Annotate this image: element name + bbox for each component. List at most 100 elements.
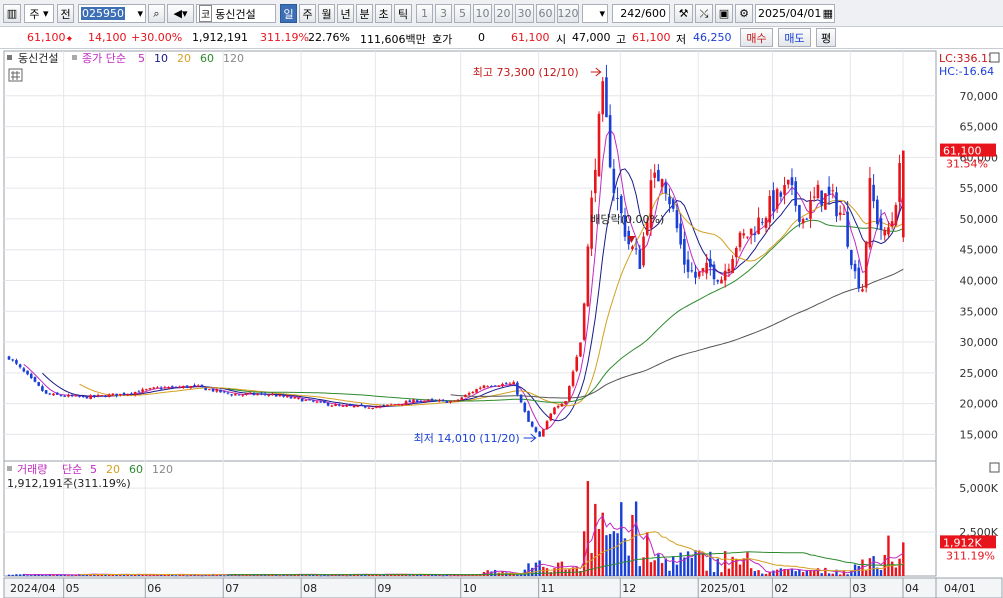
candle-body bbox=[7, 356, 11, 360]
candle-body bbox=[241, 394, 245, 396]
volume-bar bbox=[649, 562, 653, 576]
x-tick-label: 12 bbox=[622, 582, 636, 595]
interval-10[interactable]: 10 bbox=[473, 4, 492, 23]
volume-bar bbox=[582, 531, 586, 576]
candle-body bbox=[671, 199, 675, 209]
volume-bar bbox=[542, 566, 545, 576]
stock-name-field[interactable]: 코 동신건설 bbox=[196, 4, 276, 23]
candle-body bbox=[619, 195, 623, 214]
candle-body bbox=[174, 387, 178, 389]
volume-bar bbox=[723, 551, 727, 576]
candle-body bbox=[664, 183, 668, 194]
interval-20[interactable]: 20 bbox=[494, 4, 513, 23]
candle-body bbox=[694, 271, 697, 278]
volume-bar bbox=[898, 558, 901, 576]
candle-body bbox=[148, 388, 152, 390]
candle-body bbox=[404, 401, 408, 405]
interval-30[interactable]: 30 bbox=[515, 4, 534, 23]
save-icon[interactable]: ▣ bbox=[715, 4, 733, 23]
current-price: 61,100 bbox=[27, 31, 66, 44]
interval-dropdown[interactable]: ▾ bbox=[582, 4, 608, 23]
period-tick-tab[interactable]: 틱 bbox=[394, 4, 412, 23]
stock-chart[interactable]: 70,00065,00060,00055,00050,00045,00040,0… bbox=[0, 49, 1003, 598]
gear-icon[interactable]: ⚙ bbox=[735, 4, 753, 23]
volume-bar bbox=[634, 501, 638, 576]
interval-120[interactable]: 120 bbox=[557, 4, 579, 23]
period-minute-tab[interactable]: 분 bbox=[356, 4, 373, 23]
candle-body bbox=[274, 394, 278, 397]
candle-body bbox=[475, 389, 478, 393]
grid-toggle-icon bbox=[8, 68, 23, 82]
candle-body bbox=[15, 360, 18, 364]
stock-code-input[interactable]: 025950 ▾ bbox=[78, 4, 146, 23]
candle-body bbox=[516, 382, 519, 395]
buy-button[interactable]: 매수 bbox=[740, 28, 773, 47]
volume-bar bbox=[67, 575, 70, 577]
candle-body bbox=[386, 404, 389, 406]
period-second-tab[interactable]: 초 bbox=[375, 4, 392, 23]
candle-body bbox=[556, 406, 560, 408]
tools-icon[interactable]: ⚒ bbox=[674, 4, 693, 23]
candle-body bbox=[705, 262, 708, 274]
volume-bar bbox=[493, 569, 497, 576]
count-field[interactable]: 242/600 bbox=[612, 4, 670, 23]
quote-bar: 61,100 🠹 14,100 +30.00% 1,912,191 311.19… bbox=[0, 27, 1003, 49]
prev-button[interactable]: 전 bbox=[57, 4, 74, 23]
candle-body bbox=[501, 383, 504, 386]
candle-body bbox=[809, 200, 812, 219]
candle-body bbox=[838, 212, 842, 216]
candle-body bbox=[319, 401, 323, 403]
volume-bar bbox=[872, 556, 875, 576]
interval-60[interactable]: 60 bbox=[536, 4, 555, 23]
interval-1[interactable]: 1 bbox=[416, 4, 433, 23]
candle-body bbox=[156, 387, 159, 389]
x-tick-label: 11 bbox=[541, 582, 555, 595]
interval-5[interactable]: 5 bbox=[454, 4, 471, 23]
period-month-tab[interactable]: 월 bbox=[318, 4, 335, 23]
speaker-icon[interactable]: ◀▾ bbox=[167, 4, 194, 23]
draw-icon[interactable]: ⤯ bbox=[695, 4, 713, 23]
x-tick-label: 06 bbox=[147, 582, 161, 595]
volume-bar bbox=[627, 555, 630, 576]
candle-body bbox=[222, 391, 226, 393]
period-year-tab[interactable]: 년 bbox=[337, 4, 354, 23]
candle-body bbox=[616, 197, 619, 199]
y-tick-label: 65,000 bbox=[960, 121, 999, 134]
candle-body bbox=[178, 386, 181, 388]
search-icon[interactable]: ⌕ bbox=[148, 4, 165, 23]
market-select[interactable]: 주 ▾ bbox=[24, 4, 54, 23]
candle-body bbox=[820, 190, 823, 206]
candle-body bbox=[493, 385, 497, 387]
candle-body bbox=[486, 386, 489, 388]
date-field[interactable]: 2025/04/01 ▦ bbox=[755, 4, 835, 23]
volume-bar bbox=[887, 535, 890, 576]
volume-bar bbox=[820, 573, 823, 576]
up-arrow-icon: 🠹 bbox=[66, 32, 73, 45]
candle-body bbox=[260, 393, 263, 395]
candle-body bbox=[185, 385, 189, 388]
candle-body bbox=[445, 400, 449, 403]
x-tick-label: 02 bbox=[774, 582, 788, 595]
candle-body bbox=[542, 429, 545, 437]
chevron-down-icon: ▾ bbox=[599, 7, 605, 20]
candle-body bbox=[686, 259, 690, 272]
candle-body bbox=[412, 399, 415, 403]
vol-pct-tag: 311.19% bbox=[946, 549, 995, 562]
candle-body bbox=[712, 264, 716, 280]
period-day-tab[interactable]: 일 bbox=[280, 4, 297, 23]
candle-body bbox=[300, 398, 304, 402]
low-price: 46,250 bbox=[693, 31, 732, 44]
candle-body bbox=[753, 233, 757, 235]
period-week-tab[interactable]: 주 bbox=[299, 4, 316, 23]
candle-body bbox=[523, 402, 527, 412]
sell-button[interactable]: 매도 bbox=[778, 28, 811, 47]
chart-type-icon[interactable]: ▥ bbox=[3, 4, 21, 23]
volume-bar bbox=[868, 558, 872, 576]
interval-3[interactable]: 3 bbox=[435, 4, 452, 23]
avg-button[interactable]: 평 bbox=[816, 28, 836, 47]
candle-body bbox=[226, 392, 230, 394]
candle-body bbox=[378, 406, 382, 408]
volume-bar bbox=[764, 573, 768, 576]
candle-body bbox=[657, 169, 660, 182]
y-tick-label: 45,000 bbox=[960, 244, 999, 257]
